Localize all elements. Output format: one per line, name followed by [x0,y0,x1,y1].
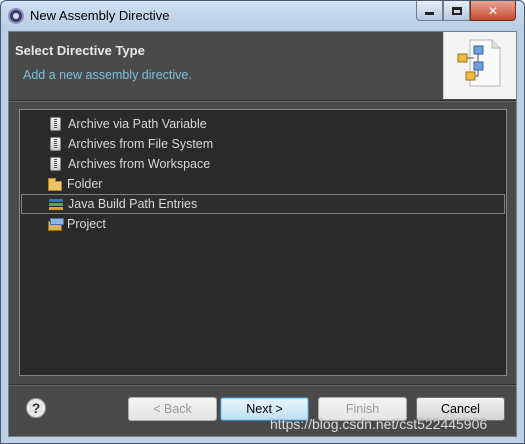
tree-item-label: Folder [67,177,103,191]
title-bar[interactable]: New Assembly Directive ✕ [1,1,524,31]
diagram-icon [457,39,501,87]
window-title: New Assembly Directive [30,8,170,23]
directive-type-tree[interactable]: Archive via Path Variable Archives from … [19,109,507,376]
watermark-text: https://blog.csdn.net/cst522445906 [270,416,488,432]
minimize-button[interactable] [416,1,443,21]
close-icon: ✕ [487,3,499,18]
tree-item-archive-via-path-variable[interactable]: Archive via Path Variable [21,114,505,134]
archive-icon [50,117,61,131]
dialog-window: New Assembly Directive ✕ Select Directiv… [0,0,525,444]
tree-item-folder[interactable]: Folder [21,174,505,194]
tree-item-label: Java Build Path Entries [68,197,198,211]
tree-item-project[interactable]: Project [21,214,505,234]
dialog-client-area: Select Directive Type Add a new assembly… [8,31,517,437]
project-folder-icon [48,217,64,231]
eclipse-icon [8,8,24,24]
help-icon[interactable]: ? [26,398,46,418]
folder-icon [48,177,62,191]
tree-item-java-build-path-entries[interactable]: Java Build Path Entries [21,194,505,214]
archive-icon [50,137,61,151]
tree-item-label: Archives from Workspace [68,157,211,171]
archive-icon [50,157,61,171]
header-separator [9,100,516,102]
minimize-icon [425,12,434,15]
tree-item-archives-from-file-system[interactable]: Archives from File System [21,134,505,154]
maximize-button[interactable] [443,1,470,21]
build-path-icon [49,197,63,211]
page-description: Add a new assembly directive. [23,68,192,82]
wizard-header: Select Directive Type Add a new assembly… [9,32,516,100]
back-button[interactable]: < Back [128,397,217,421]
tree-item-label: Project [67,217,106,231]
maximize-icon [451,6,462,15]
close-button[interactable]: ✕ [470,1,516,21]
wizard-banner-icon [443,32,516,99]
page-title: Select Directive Type [15,43,145,58]
tree-item-label: Archives from File System [68,137,214,151]
tree-item-label: Archive via Path Variable [68,117,207,131]
tree-item-archives-from-workspace[interactable]: Archives from Workspace [21,154,505,174]
footer-separator [9,384,516,386]
